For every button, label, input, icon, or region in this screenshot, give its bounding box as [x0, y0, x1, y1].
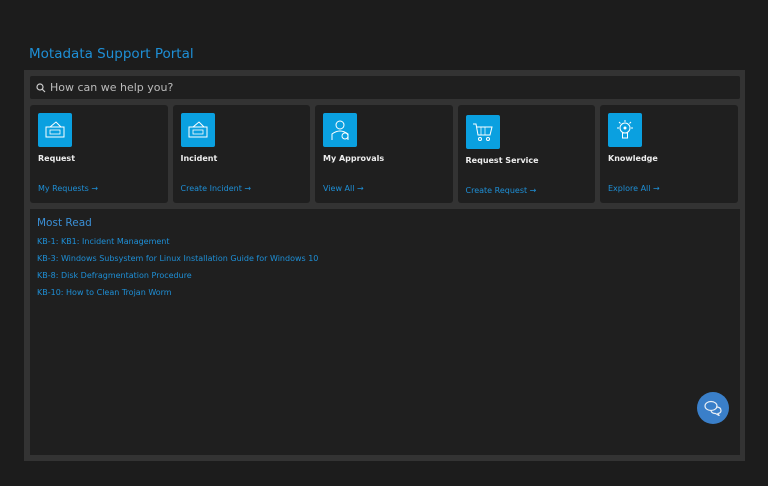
create-request-link[interactable]: Create Request → [466, 186, 537, 195]
search-icon [36, 82, 46, 92]
cart-icon [465, 115, 500, 149]
ticket-icon [38, 113, 72, 147]
card-label: Knowledge [608, 154, 658, 163]
search-placeholder: How can we help you? [50, 81, 174, 94]
kb-link[interactable]: KB-8: Disk Defragmentation Procedure [37, 271, 318, 288]
most-read-title: Most Read [37, 217, 92, 229]
card-request[interactable]: Request My Requests → [30, 105, 168, 203]
chat-bubbles-icon [704, 400, 722, 416]
card-label: Request Service [465, 156, 539, 165]
approver-icon [323, 113, 357, 147]
kb-link[interactable]: KB-1: KB1: Incident Management [37, 237, 318, 254]
card-knowledge[interactable]: Knowledge Explore All → [600, 105, 738, 203]
portal-panel: How can we help you? Request My Requests… [24, 70, 745, 461]
my-requests-link[interactable]: My Requests → [38, 184, 98, 193]
lightbulb-icon [608, 113, 642, 147]
kb-link[interactable]: KB-10: How to Clean Trojan Worm [37, 288, 318, 305]
chat-button[interactable] [697, 392, 729, 424]
portal-title: Motadata Support Portal [29, 46, 194, 62]
card-label: My Approvals [323, 154, 385, 163]
card-request-service[interactable]: Request Service Create Request → [457, 105, 595, 203]
create-incident-link[interactable]: Create Incident → [181, 184, 252, 193]
kb-link[interactable]: KB-3: Windows Subsystem for Linux Instal… [37, 254, 318, 271]
explore-all-link[interactable]: Explore All → [608, 184, 660, 193]
search-input[interactable]: How can we help you? [30, 76, 740, 99]
card-my-approvals[interactable]: My Approvals View All → [315, 105, 453, 203]
most-read-panel: Most Read KB-1: KB1: Incident Management… [30, 209, 740, 455]
card-incident[interactable]: Incident Create Incident → [172, 105, 310, 203]
card-label: Incident [180, 154, 218, 163]
ticket-icon [180, 113, 215, 147]
view-all-link[interactable]: View All → [323, 184, 364, 193]
card-label: Request [38, 154, 76, 163]
